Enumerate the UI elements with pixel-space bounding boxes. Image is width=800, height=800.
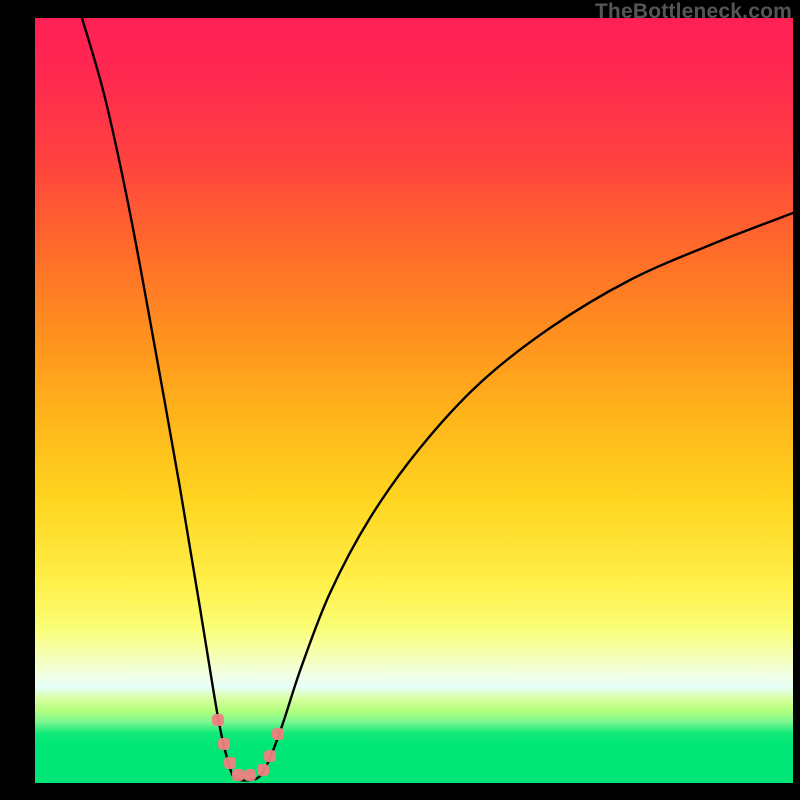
curve-marker bbox=[218, 738, 230, 750]
curve-marker bbox=[257, 764, 269, 776]
curve-marker bbox=[224, 757, 236, 769]
curve-marker bbox=[272, 728, 284, 740]
chart-gradient-panel bbox=[35, 18, 793, 783]
watermark-text: TheBottleneck.com bbox=[595, 0, 792, 24]
curve-marker bbox=[212, 714, 224, 726]
curve-marker bbox=[244, 769, 256, 781]
bottleneck-curve bbox=[82, 18, 793, 781]
curve-marker bbox=[264, 750, 276, 762]
curve-marker bbox=[232, 769, 244, 781]
bottleneck-curve-svg bbox=[35, 18, 793, 783]
